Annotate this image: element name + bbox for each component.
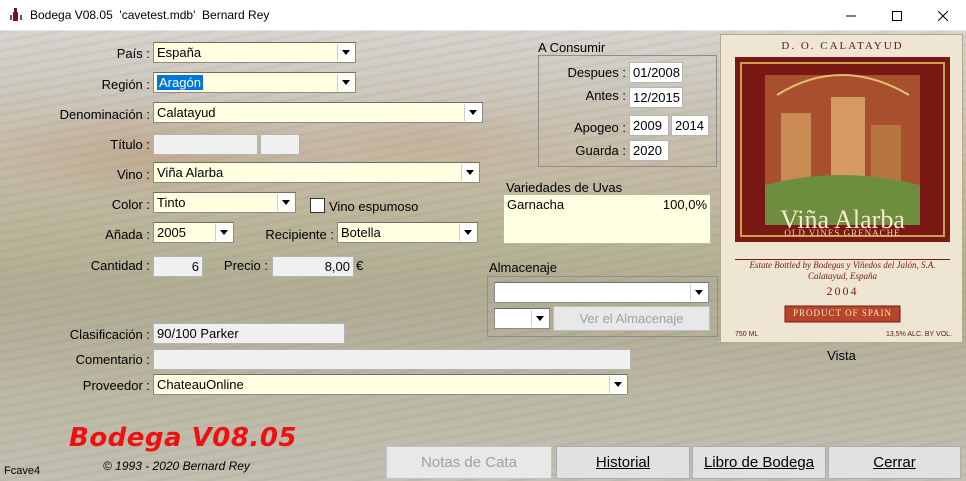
precio-label: Precio :	[223, 258, 268, 273]
denominacion-combo[interactable]: Calatayud	[153, 102, 483, 123]
denominacion-label: Denominación :	[59, 107, 150, 122]
close-icon	[938, 10, 948, 21]
label-place: Calatayud, España	[808, 271, 877, 281]
recipiente-value: Botella	[341, 225, 381, 240]
copyright-text: © 1993 - 2020 Bernard Rey	[103, 459, 250, 473]
almacenaje-slot-combo[interactable]	[494, 308, 550, 329]
consumir-title: A Consumir	[538, 40, 606, 55]
chevron-down-icon[interactable]	[461, 164, 478, 181]
anada-combo[interactable]: 2005	[153, 222, 234, 243]
vista-caption: Vista	[827, 348, 856, 363]
despues-field[interactable]: 01/2008	[629, 62, 683, 83]
brand-title: Bodega V08.05	[69, 423, 297, 453]
variedad-pct: 100,0%	[662, 197, 707, 212]
vino-value: Viña Alarba	[157, 165, 224, 180]
apogeo-label: Apogeo :	[573, 120, 626, 135]
chevron-down-icon[interactable]	[337, 44, 354, 61]
anada-value: 2005	[157, 225, 186, 240]
maximize-button[interactable]	[874, 0, 920, 31]
color-combo[interactable]: Tinto	[153, 192, 296, 213]
variedades-list[interactable]: Garnacha 100,0%	[503, 194, 711, 244]
chevron-down-icon[interactable]	[459, 224, 476, 241]
antes-label: Antes :	[585, 88, 626, 103]
chevron-down-icon[interactable]	[464, 104, 481, 121]
vino-combo[interactable]: Viña Alarba	[153, 162, 480, 183]
chevron-down-icon[interactable]	[215, 224, 232, 241]
comentario-label: Comentario :	[75, 352, 150, 367]
titulo-field[interactable]	[153, 134, 258, 155]
chevron-down-icon[interactable]	[690, 284, 707, 301]
pais-value: España	[157, 45, 202, 60]
clasificacion-field[interactable]: 90/100 Parker	[153, 323, 345, 344]
titulo-field-2[interactable]	[260, 134, 300, 155]
historial-label: Historial	[595, 454, 651, 471]
variedad-name: Garnacha	[507, 197, 565, 212]
notas-de-cata-button[interactable]: Notas de Cata	[386, 446, 552, 479]
pais-label: País :	[116, 46, 150, 61]
vino-label: Vino :	[116, 167, 150, 182]
cerrar-label: Cerrar	[873, 454, 916, 471]
proveedor-label: Proveedor :	[82, 378, 150, 393]
cantidad-field[interactable]: 6	[153, 256, 203, 277]
chevron-down-icon[interactable]	[609, 376, 626, 393]
window-title: Bodega V08.05 'cavetest.mdb' Bernard Rey	[30, 8, 270, 22]
form-name: Fcave4	[4, 465, 41, 477]
label-do: D. O. CALATAYUD	[781, 40, 904, 52]
region-value: Aragón	[157, 75, 203, 90]
app-window: Bodega V08.05 'cavetest.mdb' Bernard Rey…	[0, 0, 966, 481]
cerrar-button[interactable]: Cerrar	[828, 446, 961, 479]
comentario-field[interactable]	[153, 349, 631, 370]
apogeo-from-field[interactable]: 2009	[629, 115, 669, 136]
apogeo-to-field[interactable]: 2014	[671, 115, 709, 136]
close-button[interactable]	[920, 0, 966, 31]
anada-label: Añada :	[105, 227, 150, 242]
label-subname: OLD VINES GRENACHE	[784, 228, 901, 238]
antes-field[interactable]: 12/2015	[629, 87, 683, 108]
recipiente-combo[interactable]: Botella	[337, 222, 478, 243]
despues-label: Despues :	[567, 65, 626, 80]
cantidad-label: Cantidad :	[90, 258, 150, 273]
almacenaje-combo[interactable]	[494, 282, 709, 303]
chevron-down-icon[interactable]	[277, 194, 294, 211]
proveedor-combo[interactable]: ChateauOnline	[153, 374, 628, 395]
main-form: País : España Región : Aragón Denominaci…	[0, 31, 966, 481]
wine-bottle-icon	[8, 7, 24, 23]
almacenaje-title: Almacenaje	[489, 260, 557, 275]
libro-de-bodega-button[interactable]: Libro de Bodega	[692, 446, 826, 479]
maximize-icon	[892, 10, 902, 21]
guarda-field[interactable]: 2020	[629, 140, 669, 161]
proveedor-value: ChateauOnline	[157, 377, 244, 392]
espumoso-checkbox[interactable]	[310, 198, 325, 213]
color-value: Tinto	[157, 195, 186, 210]
minimize-button[interactable]	[828, 0, 874, 31]
list-item[interactable]: Garnacha 100,0%	[507, 196, 707, 213]
title-bar: Bodega V08.05 'cavetest.mdb' Bernard Rey	[0, 0, 966, 31]
chevron-down-icon[interactable]	[337, 74, 354, 91]
libro-label: Libro de Bodega	[703, 454, 815, 471]
titulo-label: Título :	[110, 137, 150, 152]
denominacion-value: Calatayud	[157, 105, 216, 120]
guarda-label: Guarda :	[575, 143, 626, 158]
wine-label-image: D. O. CALATAYUD Viña Alarba OLD VINES GR…	[720, 34, 963, 343]
pais-combo[interactable]: España	[153, 42, 356, 63]
historial-button[interactable]: Historial	[556, 446, 690, 479]
label-product: PRODUCT OF SPAIN	[792, 308, 893, 318]
recipiente-label: Recipiente :	[265, 227, 334, 242]
region-combo[interactable]: Aragón	[153, 72, 356, 93]
label-bottled: Estate Bottled by Bodegas y Viñedos del …	[749, 260, 936, 270]
color-label: Color :	[111, 197, 150, 212]
variedades-title: Variedades de Uvas	[506, 180, 623, 195]
minimize-icon	[846, 15, 856, 16]
currency-symbol: €	[356, 258, 364, 273]
label-volume: 750 ML	[735, 331, 759, 338]
chevron-down-icon[interactable]	[531, 310, 548, 327]
label-alcohol: 13,5% ALC. BY VOL.	[885, 331, 952, 338]
precio-field[interactable]: 8,00	[272, 256, 354, 277]
label-year: 2004	[826, 284, 859, 298]
clasificacion-label: Clasificación :	[69, 327, 150, 342]
espumoso-label: Vino espumoso	[329, 199, 419, 214]
ver-almacenaje-button[interactable]: Ver el Almacenaje	[553, 306, 710, 331]
region-label: Región :	[101, 77, 150, 92]
